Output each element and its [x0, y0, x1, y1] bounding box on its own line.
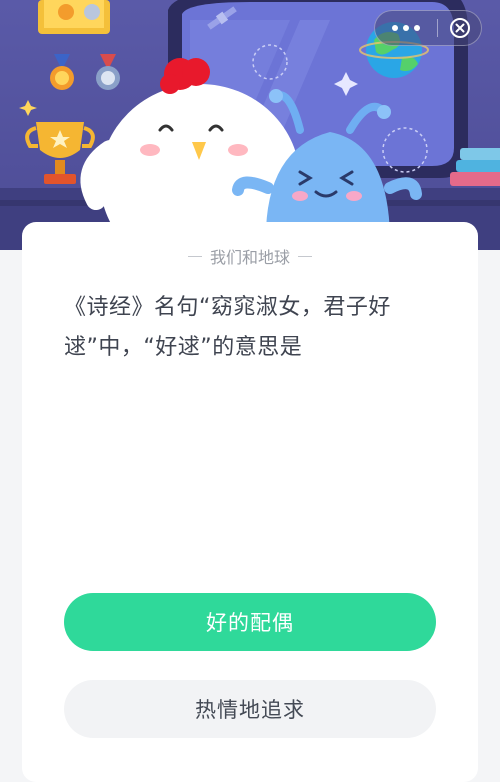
header-illustration — [0, 0, 500, 250]
more-dots-icon[interactable] — [375, 10, 437, 46]
question-card: 我们和地球 《诗经》名句“窈窕淑女，君子好逑”中，“好逑”的意思是 好的配偶 热… — [22, 222, 478, 782]
close-circle-icon[interactable] — [438, 10, 481, 46]
medal-silver-icon — [96, 54, 120, 90]
medal-gold-icon — [50, 54, 74, 90]
section-title-text: 我们和地球 — [209, 248, 290, 267]
answer-option-1-label: 好的配偶 — [206, 611, 294, 635]
title-dash-right — [298, 255, 312, 257]
title-dash-left — [187, 255, 202, 257]
question-text: 《诗经》名句“窈窕淑女，君子好逑”中，“好逑”的意思是 — [64, 295, 391, 360]
mini-program-menu — [374, 10, 482, 46]
answer-option-2[interactable]: 热情地追求 — [64, 680, 436, 738]
answer-option-2-label: 热情地追求 — [195, 698, 305, 722]
section-title: 我们和地球 — [22, 244, 478, 268]
answer-option-1[interactable]: 好的配偶 — [64, 593, 436, 651]
